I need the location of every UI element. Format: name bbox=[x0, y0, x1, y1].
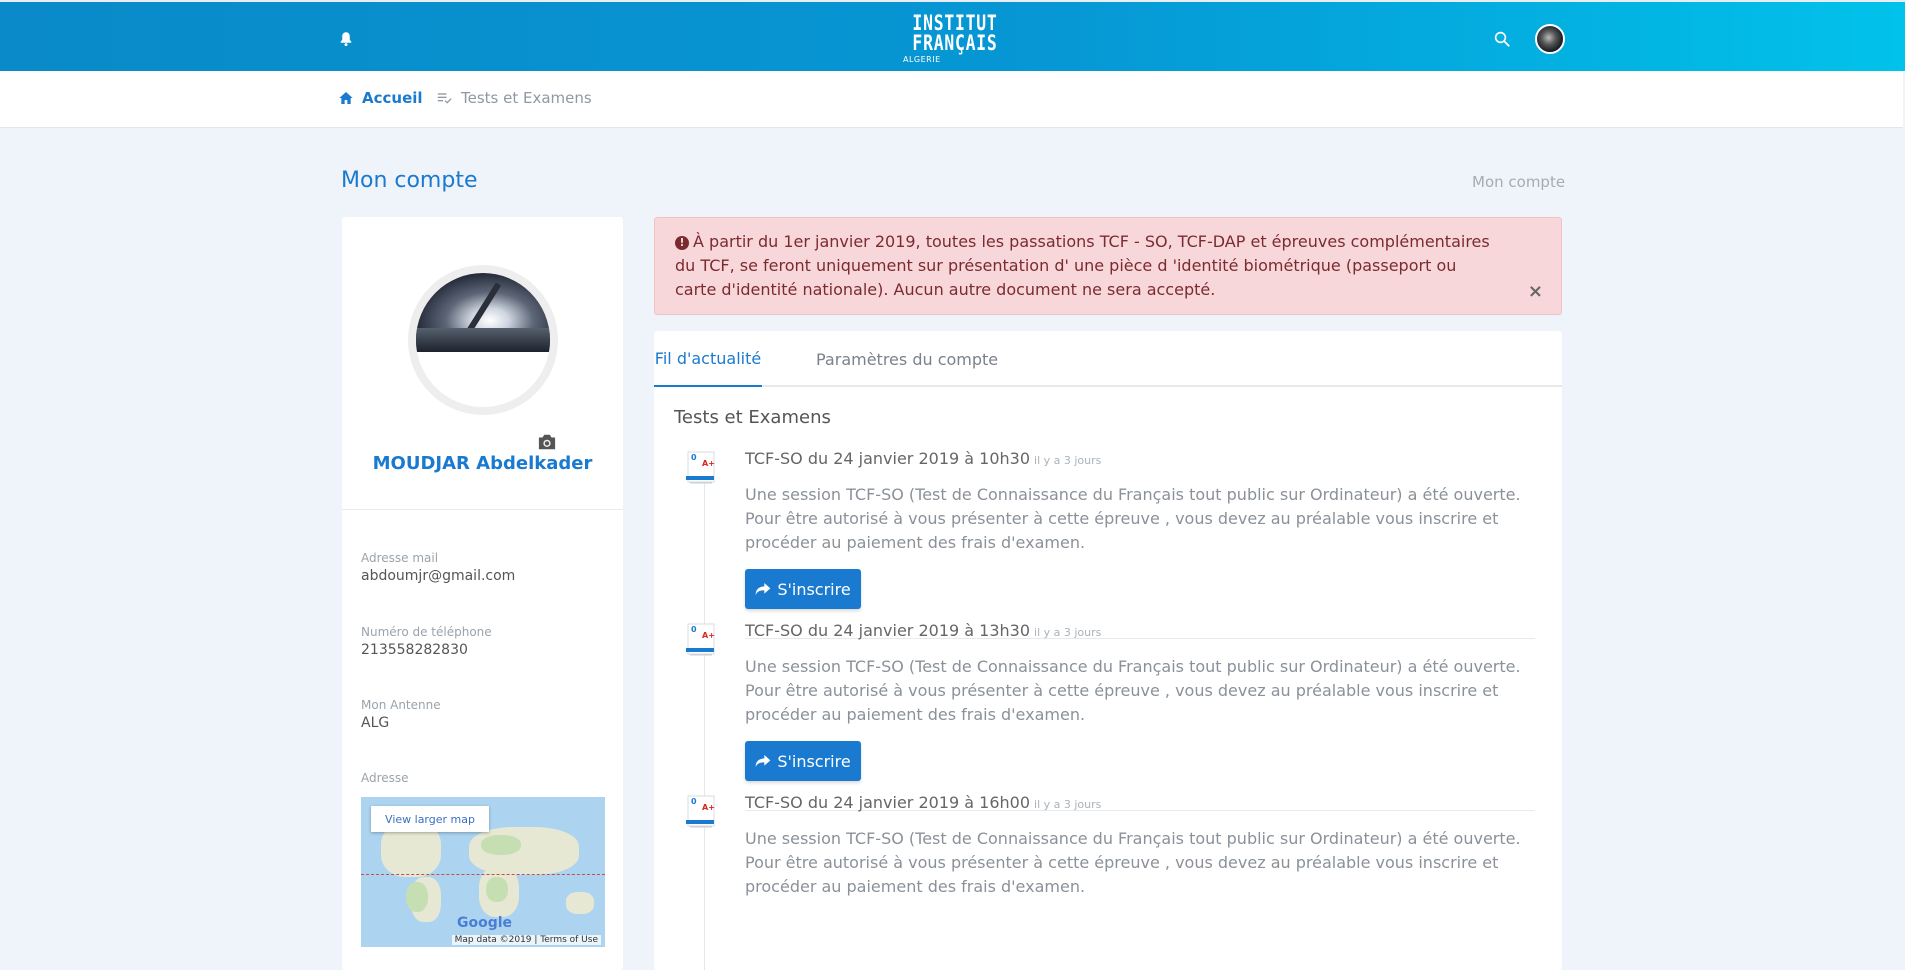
tab-fil-actualite[interactable]: Fil d'actualité bbox=[654, 331, 762, 387]
tab-parametres-compte[interactable]: Paramètres du compte bbox=[816, 331, 998, 387]
exam-document-icon: A+ 0 bbox=[686, 451, 715, 484]
svg-text:A+: A+ bbox=[702, 803, 715, 812]
event-time: il y a 3 jours bbox=[1034, 798, 1102, 811]
share-arrow-icon bbox=[755, 755, 771, 767]
top-header: INSTITUT FRANÇAIS ALGERIE bbox=[0, 0, 1905, 71]
phone-label: Numéro de téléphone bbox=[361, 625, 492, 639]
antenne-label: Mon Antenne bbox=[361, 698, 441, 712]
exam-document-icon: A+ 0 bbox=[686, 623, 715, 656]
exam-document-icon: A+ 0 bbox=[686, 795, 715, 828]
event-time: il y a 3 jours bbox=[1034, 626, 1102, 639]
profile-card: MOUDJAR Abdelkader Adresse mail abdoumjr… bbox=[342, 217, 623, 970]
svg-text:0: 0 bbox=[691, 797, 697, 806]
section-title: Tests et Examens bbox=[674, 407, 831, 428]
institut-francais-logo[interactable]: INSTITUT FRANÇAIS ALGERIE bbox=[895, 13, 1015, 65]
map-attribution[interactable]: Map data ©2019 | Terms of Use bbox=[451, 935, 601, 945]
home-icon bbox=[339, 92, 353, 104]
event-title: TCF-SO du 24 janvier 2019 à 16h00 il y a … bbox=[745, 793, 1101, 812]
list-check-icon bbox=[437, 93, 452, 104]
google-logo: Google bbox=[457, 915, 513, 931]
event-title: TCF-SO du 24 janvier 2019 à 10h30 il y a … bbox=[745, 449, 1101, 468]
feed-card: Fil d'actualité Paramètres du compte Tes… bbox=[654, 331, 1562, 970]
camera-icon[interactable] bbox=[536, 433, 558, 451]
view-larger-map-link[interactable]: View larger map bbox=[371, 806, 489, 832]
event-title-text: TCF-SO du 24 janvier 2019 à 13h30 bbox=[745, 621, 1031, 640]
sinscrire-button[interactable]: S'inscrire bbox=[745, 741, 861, 781]
event-description: Une session TCF-SO (Test de Connaissance… bbox=[745, 485, 1521, 552]
tabs: Fil d'actualité Paramètres du compte bbox=[654, 331, 1562, 387]
event-title-text: TCF-SO du 24 janvier 2019 à 10h30 bbox=[745, 449, 1031, 468]
sinscrire-button[interactable]: S'inscrire bbox=[745, 569, 861, 609]
alert-text: À partir du 1er janvier 2019, toutes les… bbox=[675, 232, 1490, 299]
antenne-value: ALG bbox=[361, 715, 390, 731]
share-arrow-icon bbox=[755, 583, 771, 595]
nav-accueil-label: Accueil bbox=[362, 89, 423, 107]
user-avatar[interactable] bbox=[1535, 24, 1565, 54]
nav-item-accueil[interactable]: Accueil bbox=[338, 89, 423, 107]
page-title: Mon compte bbox=[341, 168, 478, 193]
nav-tests-label: Tests et Examens bbox=[461, 89, 592, 107]
svg-text:A+: A+ bbox=[702, 631, 715, 640]
svg-text:0: 0 bbox=[691, 453, 697, 462]
event-time: il y a 3 jours bbox=[1034, 454, 1102, 467]
main-nav bbox=[0, 71, 1903, 128]
timeline-line bbox=[704, 453, 705, 970]
svg-text:0: 0 bbox=[691, 625, 697, 634]
profile-avatar bbox=[408, 265, 558, 450]
event-description: Une session TCF-SO (Test de Connaissance… bbox=[745, 829, 1521, 896]
breadcrumb[interactable]: Mon compte bbox=[1472, 173, 1565, 191]
svg-text:A+: A+ bbox=[702, 459, 715, 468]
bell-icon[interactable] bbox=[337, 30, 355, 48]
event-title-text: TCF-SO du 24 janvier 2019 à 16h00 bbox=[745, 793, 1031, 812]
profile-name: MOUDJAR Abdelkader bbox=[372, 453, 593, 474]
phone-value: 213558282830 bbox=[361, 642, 468, 658]
profile-avatar-image bbox=[416, 273, 550, 407]
event-title: TCF-SO du 24 janvier 2019 à 13h30 il y a … bbox=[745, 621, 1101, 640]
divider bbox=[342, 509, 623, 510]
address-label: Adresse bbox=[361, 771, 409, 785]
search-icon[interactable] bbox=[1493, 30, 1511, 48]
biometric-id-alert: ! À partir du 1er janvier 2019, toutes le… bbox=[654, 217, 1562, 315]
nav-item-tests-examens[interactable]: Tests et Examens bbox=[436, 89, 592, 107]
sinscrire-label: S'inscrire bbox=[777, 751, 851, 771]
exclamation-circle-icon: ! bbox=[675, 236, 689, 250]
sinscrire-label: S'inscrire bbox=[777, 579, 851, 599]
email-value: abdoumjr@gmail.com bbox=[361, 568, 516, 584]
event-description: Une session TCF-SO (Test de Connaissance… bbox=[745, 657, 1521, 724]
address-map[interactable]: View larger map Google Map data ©2019 | … bbox=[361, 797, 605, 947]
email-label: Adresse mail bbox=[361, 551, 439, 565]
close-alert-button[interactable]: × bbox=[1528, 280, 1543, 304]
